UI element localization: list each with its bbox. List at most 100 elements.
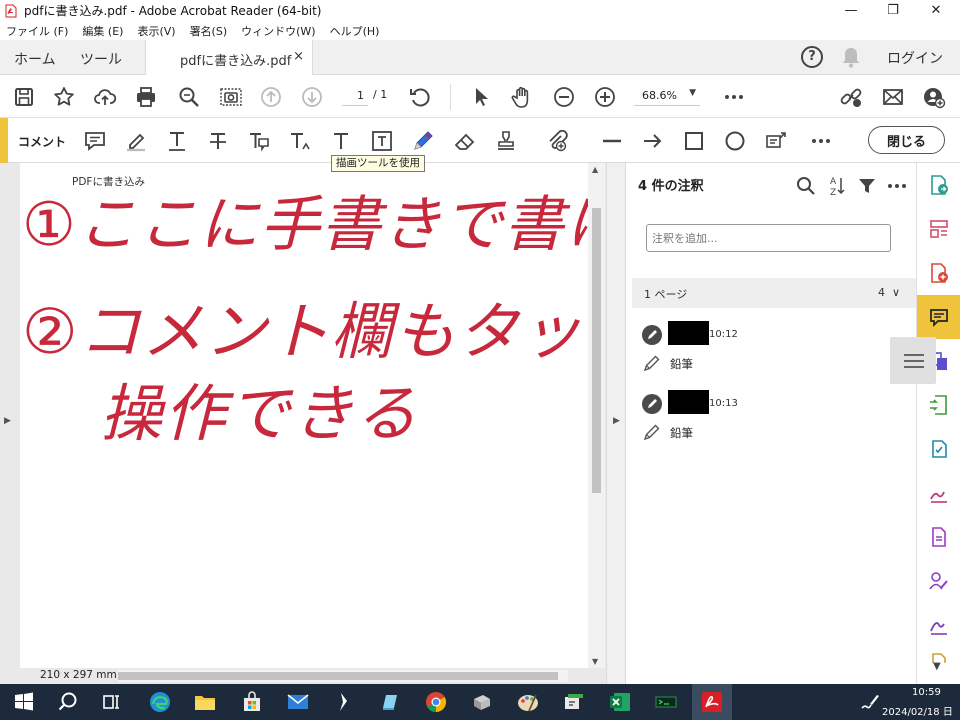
star-icon[interactable] xyxy=(52,85,76,109)
document-horizontal-scrollbar[interactable] xyxy=(118,670,568,682)
menu-help[interactable]: ヘルプ(H) xyxy=(330,23,380,39)
rail-edit-pdf[interactable] xyxy=(917,427,960,471)
mail-icon[interactable] xyxy=(286,690,310,714)
rail-request-signatures[interactable] xyxy=(917,559,960,603)
maximize-button[interactable]: ❐ xyxy=(873,0,913,21)
menu-sign[interactable]: 署名(S) xyxy=(190,23,228,39)
more-tools-icon[interactable] xyxy=(722,85,746,109)
pencil-draw-icon[interactable] xyxy=(411,129,435,153)
edge-browser-icon[interactable] xyxy=(148,690,172,714)
acrobat-reader-icon[interactable] xyxy=(700,690,724,714)
task-view-icon[interactable] xyxy=(100,690,124,714)
rail-organize-pages[interactable] xyxy=(917,207,960,251)
previous-page-icon[interactable] xyxy=(259,85,283,109)
search-icon[interactable] xyxy=(177,85,201,109)
rectangle-tool-icon[interactable] xyxy=(682,129,706,153)
panel-collapse-strip[interactable]: ▶ xyxy=(606,163,626,684)
account-add-icon[interactable] xyxy=(922,85,946,109)
zoom-select[interactable]: 68.6% ▼ xyxy=(634,86,700,106)
rail-export-pdf[interactable] xyxy=(917,163,960,207)
menu-edit[interactable]: 編集 (E) xyxy=(82,23,123,39)
store-icon[interactable] xyxy=(240,690,264,714)
tab-document[interactable]: pdfに書き込み.pdf × xyxy=(145,40,313,75)
comment-item[interactable]: 10:13 鉛筆 xyxy=(642,390,842,450)
sticky-note-icon[interactable] xyxy=(83,129,107,153)
select-cursor-icon[interactable] xyxy=(469,85,493,109)
document-vertical-scrollbar[interactable]: ▲ ▼ xyxy=(588,163,605,668)
paint-app-icon[interactable] xyxy=(516,690,540,714)
scroll-down-icon[interactable]: ▼ xyxy=(592,657,598,666)
rail-fill-sign[interactable] xyxy=(917,471,960,515)
scroll-thumb[interactable] xyxy=(592,208,601,493)
panel-menu-button[interactable] xyxy=(890,337,936,384)
rail-create-pdf[interactable] xyxy=(917,251,960,295)
notes-app-icon[interactable] xyxy=(378,690,402,714)
scanner-app-icon[interactable] xyxy=(470,690,494,714)
snapshot-icon[interactable] xyxy=(219,85,243,109)
network-app-icon[interactable] xyxy=(562,690,586,714)
replace-text-icon[interactable] xyxy=(247,129,271,153)
underline-text-icon[interactable] xyxy=(165,129,189,153)
filter-comments-icon[interactable] xyxy=(856,175,878,197)
cloud-upload-icon[interactable] xyxy=(93,85,117,109)
callout-tool-icon[interactable] xyxy=(764,129,788,153)
stamp-icon[interactable] xyxy=(494,129,518,153)
file-explorer-icon[interactable] xyxy=(193,690,217,714)
attach-file-icon[interactable] xyxy=(545,129,569,153)
collapse-panel-icon[interactable]: ▶ xyxy=(613,416,620,426)
scroll-up-icon[interactable]: ▲ xyxy=(592,165,598,174)
share-link-icon[interactable] xyxy=(839,85,863,109)
rail-compress-pdf[interactable] xyxy=(917,383,960,427)
powershell-icon[interactable] xyxy=(332,690,356,714)
minimize-button[interactable]: — xyxy=(831,0,871,21)
tab-home[interactable]: ホーム xyxy=(14,49,56,69)
line-tool-icon[interactable] xyxy=(600,129,624,153)
text-box-icon[interactable] xyxy=(370,129,394,153)
pdf-page[interactable]: PDFに書き込み ①ここに手書きで書ける ②コメント欄もタッチ 操作できる xyxy=(20,163,588,668)
comments-more-icon[interactable] xyxy=(886,175,908,197)
bell-icon[interactable] xyxy=(841,46,861,68)
comment-item[interactable]: 10:12 鉛筆 xyxy=(642,321,842,381)
close-window-button[interactable]: ✕ xyxy=(916,0,956,21)
windows-start-icon[interactable] xyxy=(12,690,36,714)
rail-scan-ocr[interactable] xyxy=(917,515,960,559)
more-comment-tools-icon[interactable] xyxy=(809,129,833,153)
chrome-icon[interactable] xyxy=(424,690,448,714)
excel-icon[interactable] xyxy=(608,690,632,714)
insert-text-icon[interactable] xyxy=(288,129,312,153)
terminal-app-icon[interactable] xyxy=(654,690,678,714)
chevron-down-icon[interactable]: ▼ xyxy=(933,661,941,672)
menu-window[interactable]: ウィンドウ(W) xyxy=(241,23,315,39)
highlighter-icon[interactable] xyxy=(124,129,148,153)
clock-date[interactable]: 2024/02/18 日 xyxy=(882,703,953,718)
search-icon[interactable] xyxy=(56,690,80,714)
tab-tools[interactable]: ツール xyxy=(80,49,122,69)
eraser-icon[interactable] xyxy=(453,129,477,153)
email-icon[interactable] xyxy=(881,85,905,109)
menu-file[interactable]: ファイル (F) xyxy=(6,23,68,39)
close-comment-toolbar-button[interactable]: 閉じる xyxy=(868,126,945,154)
left-panel-toggle-icon[interactable]: ▶ xyxy=(4,416,11,426)
add-text-icon[interactable] xyxy=(329,129,353,153)
hand-tool-icon[interactable] xyxy=(510,85,534,109)
arrow-tool-icon[interactable] xyxy=(641,129,665,153)
strikethrough-text-icon[interactable] xyxy=(206,129,230,153)
sort-comments-icon[interactable]: AZ xyxy=(826,175,848,198)
horizontal-scroll-thumb[interactable] xyxy=(118,672,558,680)
page-group-header[interactable]: 1 ページ 4 ∨ xyxy=(632,278,916,308)
rail-more-tool[interactable] xyxy=(917,641,960,663)
print-icon[interactable] xyxy=(134,85,158,109)
next-page-icon[interactable] xyxy=(300,85,324,109)
search-comments-icon[interactable] xyxy=(795,175,817,197)
login-button[interactable]: ログイン xyxy=(887,48,943,68)
close-tab-icon[interactable]: × xyxy=(293,49,304,64)
zoom-in-icon[interactable] xyxy=(593,85,617,109)
pen-workspace-icon[interactable] xyxy=(858,690,882,714)
menu-view[interactable]: 表示(V) xyxy=(137,23,175,39)
help-icon[interactable]: ? xyxy=(801,46,823,68)
rail-comment[interactable] xyxy=(917,295,960,339)
save-icon[interactable] xyxy=(12,85,36,109)
zoom-out-icon[interactable] xyxy=(552,85,576,109)
clock-time[interactable]: 10:59 xyxy=(912,687,941,698)
page-number-input[interactable] xyxy=(342,86,368,106)
